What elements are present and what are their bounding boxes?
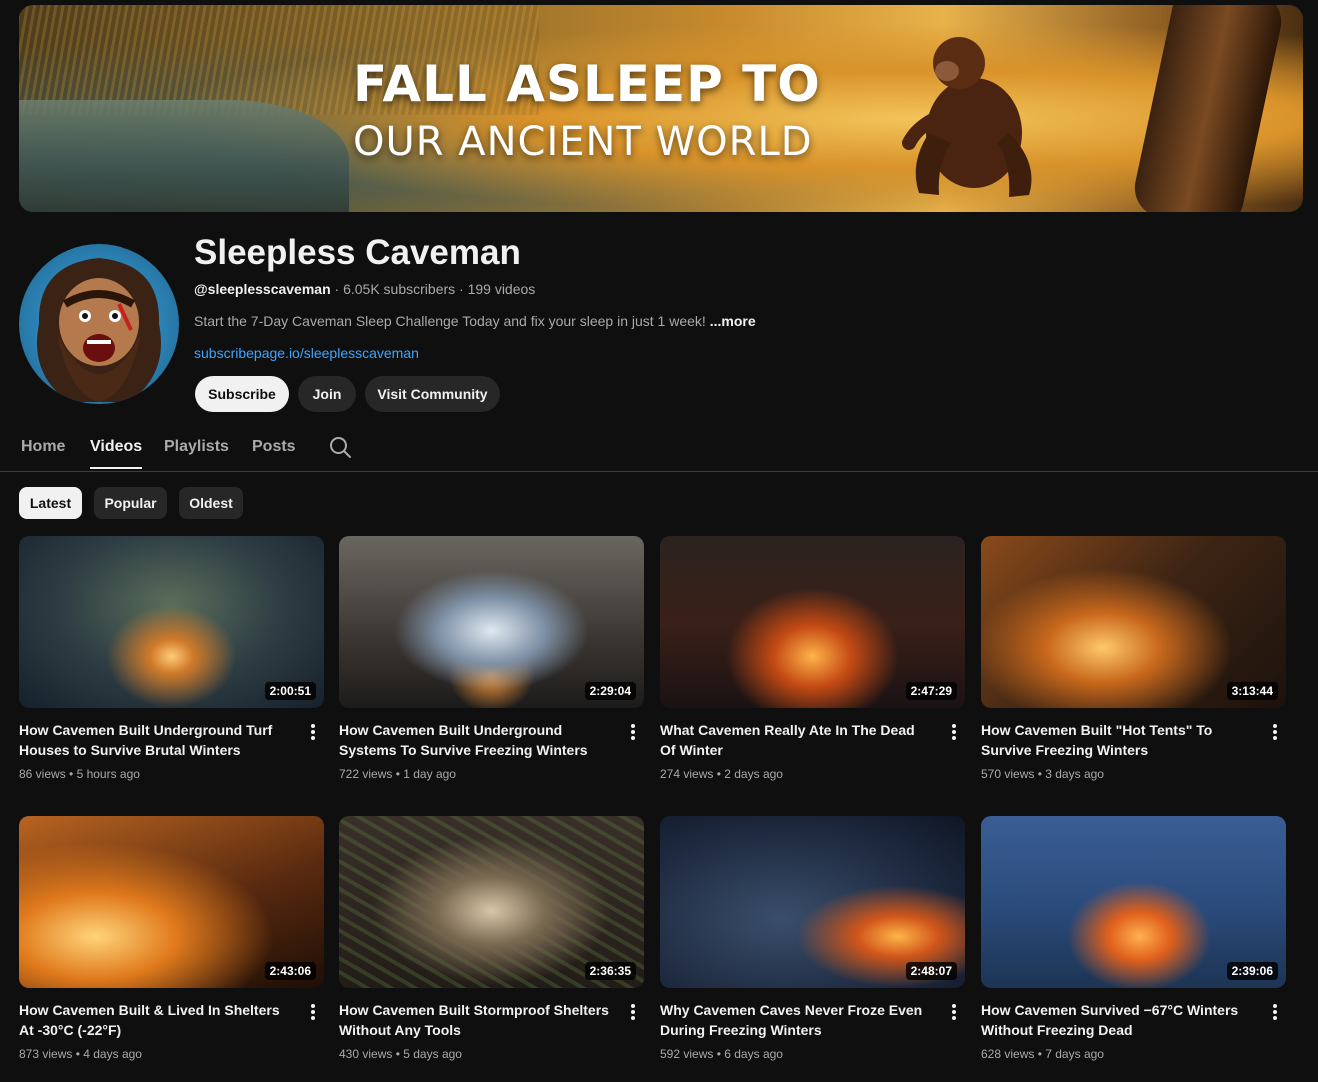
video-age: 5 days ago: [403, 1047, 462, 1061]
video-meta: 430 views • 5 days ago: [339, 1047, 462, 1061]
more-vert-icon[interactable]: [309, 722, 317, 742]
video-title[interactable]: How Cavemen Built Underground Turf House…: [19, 720, 291, 760]
banner-title-line2: OUR ANCIENT WORLD: [353, 119, 813, 165]
chip-oldest[interactable]: Oldest: [179, 487, 243, 519]
channel-avatar[interactable]: [19, 244, 179, 404]
video-card[interactable]: 2:00:51 How Cavemen Built Underground Tu…: [19, 536, 324, 786]
subscribe-button[interactable]: Subscribe: [195, 376, 289, 412]
channel-external-link[interactable]: subscribepage.io/sleeplesscaveman: [194, 345, 419, 361]
tab-home[interactable]: Home: [21, 438, 65, 467]
video-title[interactable]: Why Cavemen Caves Never Froze Even Durin…: [660, 1000, 932, 1040]
video-title[interactable]: How Cavemen Built "Hot Tents" To Survive…: [981, 720, 1253, 760]
video-thumbnail[interactable]: 2:47:29: [660, 536, 965, 708]
video-meta: 274 views • 2 days ago: [660, 767, 783, 781]
channel-handle: @sleeplesscaveman: [194, 281, 331, 297]
video-views: 430 views: [339, 1047, 393, 1061]
video-age: 6 days ago: [724, 1047, 783, 1061]
video-age: 4 days ago: [83, 1047, 142, 1061]
video-views: 274 views: [660, 767, 714, 781]
video-meta: 722 views • 1 day ago: [339, 767, 456, 781]
video-thumbnail[interactable]: 3:13:44: [981, 536, 1286, 708]
tab-posts[interactable]: Posts: [252, 438, 296, 467]
join-button[interactable]: Join: [298, 376, 356, 412]
video-thumbnail[interactable]: 2:43:06: [19, 816, 324, 988]
video-duration: 2:43:06: [264, 962, 316, 980]
chip-latest[interactable]: Latest: [19, 487, 82, 519]
video-thumbnail[interactable]: 2:48:07: [660, 816, 965, 988]
video-title[interactable]: What Cavemen Really Ate In The Dead Of W…: [660, 720, 932, 760]
channel-tabs: Home Videos Playlists Posts: [0, 428, 1318, 472]
video-card[interactable]: 2:47:29 What Cavemen Really Ate In The D…: [660, 536, 965, 786]
video-title[interactable]: How Cavemen Survived −67°C Winters Witho…: [981, 1000, 1253, 1040]
more-vert-icon[interactable]: [1271, 722, 1279, 742]
video-title[interactable]: How Cavemen Built Underground Systems To…: [339, 720, 611, 760]
video-age: 3 days ago: [1045, 767, 1104, 781]
channel-stats: · 6.05K subscribers · 199 videos: [330, 281, 536, 297]
video-duration: 2:00:51: [264, 682, 316, 700]
more-vert-icon[interactable]: [950, 722, 958, 742]
more-vert-icon[interactable]: [309, 1002, 317, 1022]
video-card[interactable]: 2:39:06 How Cavemen Survived −67°C Winte…: [981, 816, 1286, 1066]
video-thumbnail[interactable]: 2:29:04: [339, 536, 644, 708]
video-views: 86 views: [19, 767, 66, 781]
video-views: 873 views: [19, 1047, 73, 1061]
video-age: 7 days ago: [1045, 1047, 1104, 1061]
banner-title-line1: FALL ASLEEP TO: [353, 55, 821, 113]
banner-tree: [1129, 5, 1287, 212]
chip-popular[interactable]: Popular: [94, 487, 167, 519]
video-meta: 592 views • 6 days ago: [660, 1047, 783, 1061]
channel-meta: @sleeplesscaveman · 6.05K subscribers · …: [194, 281, 535, 297]
video-duration: 2:39:06: [1226, 962, 1278, 980]
video-duration: 2:48:07: [905, 962, 957, 980]
caveman-avatar-illustration: [37, 258, 161, 402]
more-vert-icon[interactable]: [1271, 1002, 1279, 1022]
video-duration: 3:13:44: [1226, 682, 1278, 700]
video-thumbnail[interactable]: 2:39:06: [981, 816, 1286, 988]
video-card[interactable]: 2:43:06 How Cavemen Built & Lived In She…: [19, 816, 324, 1066]
video-title[interactable]: How Cavemen Built Stormproof Shelters Wi…: [339, 1000, 611, 1040]
video-views: 722 views: [339, 767, 393, 781]
video-duration: 2:36:35: [584, 962, 636, 980]
video-views: 570 views: [981, 767, 1035, 781]
video-meta: 86 views • 5 hours ago: [19, 767, 140, 781]
video-views: 592 views: [660, 1047, 714, 1061]
channel-description-text: Start the 7-Day Caveman Sleep Challenge …: [194, 313, 710, 329]
channel-banner: FALL ASLEEP TO OUR ANCIENT WORLD: [19, 5, 1303, 212]
video-meta: 873 views • 4 days ago: [19, 1047, 142, 1061]
tab-videos[interactable]: Videos: [90, 438, 143, 469]
video-thumbnail[interactable]: 2:36:35: [339, 816, 644, 988]
video-age: 1 day ago: [403, 767, 456, 781]
video-card[interactable]: 3:13:44 How Cavemen Built "Hot Tents" To…: [981, 536, 1286, 786]
tab-playlists[interactable]: Playlists: [164, 438, 229, 467]
video-card[interactable]: 2:36:35 How Cavemen Built Stormproof She…: [339, 816, 644, 1066]
video-age: 5 hours ago: [76, 767, 140, 781]
visit-community-button[interactable]: Visit Community: [365, 376, 500, 412]
video-duration: 2:29:04: [584, 682, 636, 700]
channel-description[interactable]: Start the 7-Day Caveman Sleep Challenge …: [194, 313, 756, 329]
video-duration: 2:47:29: [905, 682, 957, 700]
video-thumbnail[interactable]: 2:00:51: [19, 536, 324, 708]
video-card[interactable]: 2:29:04 How Cavemen Built Underground Sy…: [339, 536, 644, 786]
video-title[interactable]: How Cavemen Built & Lived In Shelters At…: [19, 1000, 291, 1040]
banner-ape-figure: [902, 37, 1032, 197]
description-more-link[interactable]: ...more: [710, 313, 756, 329]
video-card[interactable]: 2:48:07 Why Cavemen Caves Never Froze Ev…: [660, 816, 965, 1066]
more-vert-icon[interactable]: [629, 722, 637, 742]
video-age: 2 days ago: [724, 767, 783, 781]
channel-name: Sleepless Caveman: [194, 233, 521, 272]
more-vert-icon[interactable]: [629, 1002, 637, 1022]
more-vert-icon[interactable]: [950, 1002, 958, 1022]
search-icon[interactable]: [328, 435, 352, 459]
video-views: 628 views: [981, 1047, 1035, 1061]
video-meta: 628 views • 7 days ago: [981, 1047, 1104, 1061]
video-meta: 570 views • 3 days ago: [981, 767, 1104, 781]
banner-water: [19, 100, 349, 212]
